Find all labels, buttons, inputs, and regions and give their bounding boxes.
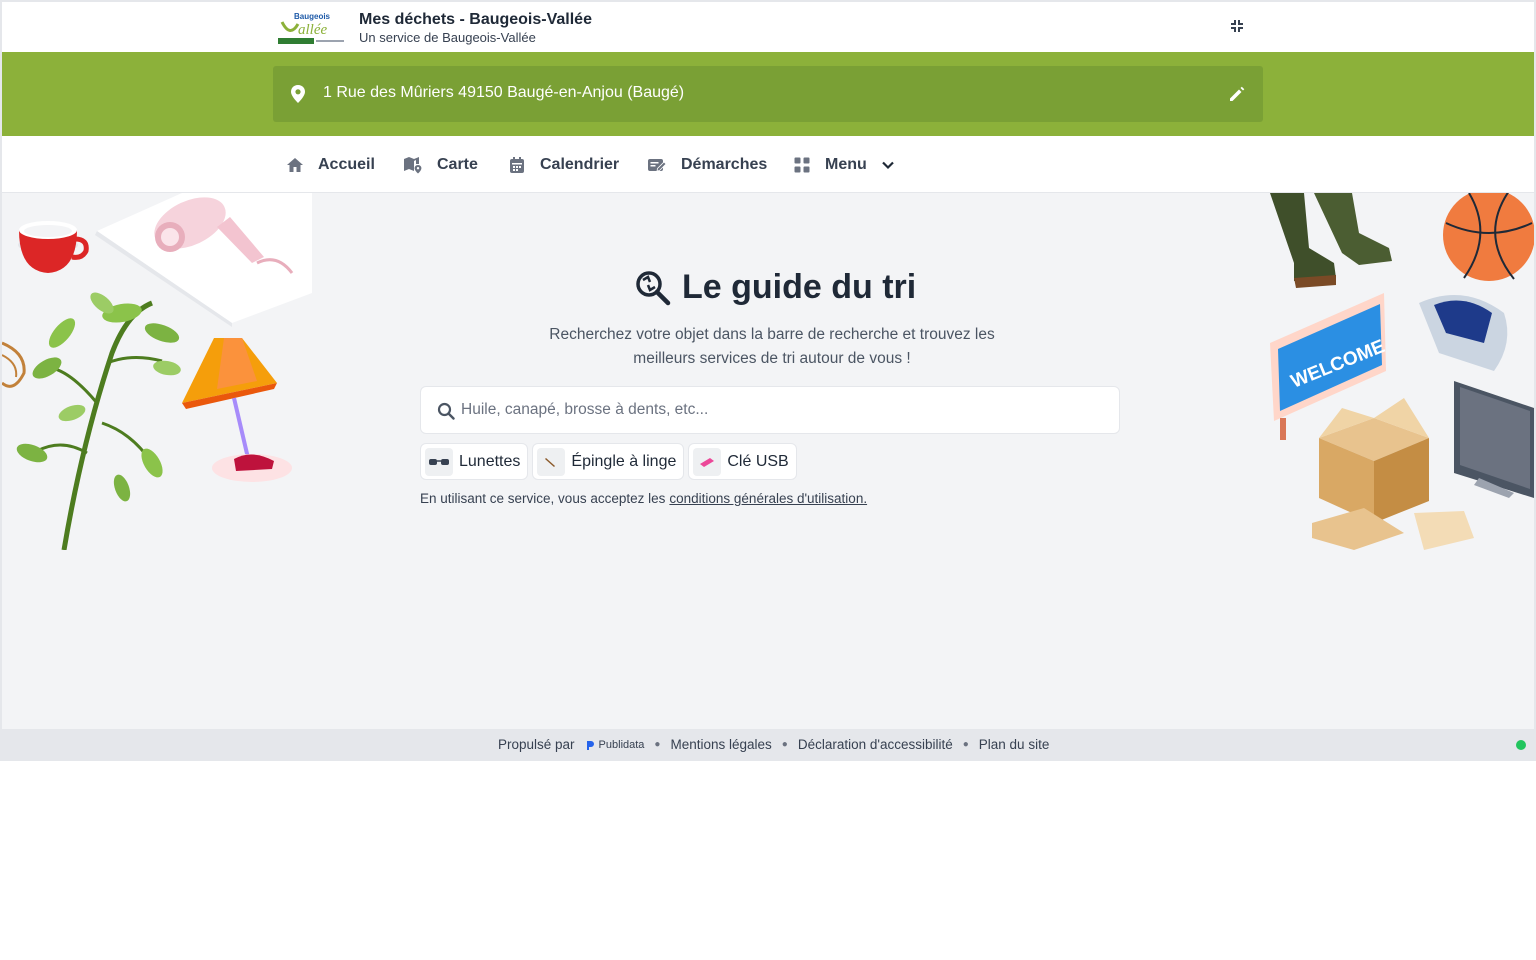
nav-label: Menu <box>825 156 867 173</box>
nav-item-carte[interactable]: Carte <box>403 154 478 176</box>
search-input[interactable] <box>461 387 1101 433</box>
site-logo[interactable]: Baugeois allée <box>276 10 346 46</box>
suggestion-chips: Lunettes Épingle à linge Clé USB <box>420 443 797 480</box>
address-bar[interactable]: 1 Rue des Mûriers 49150 Baugé-en-Anjou (… <box>273 66 1263 122</box>
usb-key-icon <box>693 447 722 476</box>
nav-item-menu[interactable]: Menu <box>793 154 895 176</box>
grid-icon <box>794 157 810 173</box>
app-frame: Baugeois allée Mes déchets - Baugeois-Va… <box>0 0 1536 761</box>
suggestion-chip-lunettes[interactable]: Lunettes <box>420 443 529 480</box>
site-title: Mes déchets - Baugeois-Vallée <box>359 11 592 28</box>
publidata-logo-icon <box>586 740 594 750</box>
address-band: 1 Rue des Mûriers 49150 Baugé-en-Anjou (… <box>2 52 1534 136</box>
main-nav: Accueil Carte Calendrier Démarches Menu <box>2 136 1534 193</box>
footer: Propulsé par Publidata ● Mentions légale… <box>2 729 1534 761</box>
svg-text:Baugeois: Baugeois <box>294 12 331 21</box>
chevron-down-icon <box>882 161 894 170</box>
powered-by-text: Propulsé par <box>498 737 575 752</box>
address-text: 1 Rue des Mûriers 49150 Baugé-en-Anjou (… <box>323 84 685 101</box>
location-pin-icon <box>291 85 305 103</box>
glasses-icon <box>425 447 453 476</box>
terms-link[interactable]: conditions générales d'utilisation. <box>669 491 867 506</box>
terms-text: En utilisant ce service, vous acceptez l… <box>420 491 666 506</box>
separator: ● <box>654 739 661 750</box>
publidata-label: Publidata <box>598 738 645 751</box>
separator: ● <box>962 739 969 750</box>
nav-item-accueil[interactable]: Accueil <box>286 154 375 176</box>
page-title-row: Le guide du tri <box>634 268 916 307</box>
terms-notice: En utilisant ce service, vous acceptez l… <box>420 491 867 506</box>
clothespin-icon <box>537 447 566 476</box>
form-icon <box>648 159 667 172</box>
sorting-guide-hero: WELCOME Le guide du tri Recherchez votre… <box>2 193 1534 550</box>
footer-link-accessibility[interactable]: Déclaration d'accessibilité <box>798 737 953 752</box>
search-box[interactable] <box>420 386 1120 434</box>
site-subtitle: Un service de Baugeois-Vallée <box>359 30 536 45</box>
nav-label: Accueil <box>318 156 375 173</box>
map-icon <box>404 157 422 174</box>
separator: ● <box>781 739 788 750</box>
misc-objects-illustration: WELCOME <box>1270 193 1534 550</box>
nav-item-calendrier[interactable]: Calendrier <box>508 154 619 176</box>
suggestion-label: Épingle à linge <box>571 452 677 470</box>
footer-link-sitemap[interactable]: Plan du site <box>979 737 1050 752</box>
collapse-icon[interactable] <box>1227 16 1247 36</box>
recycle-search-icon <box>636 270 671 305</box>
footer-link-mentions[interactable]: Mentions légales <box>670 737 771 752</box>
suggestion-chip-epingle[interactable]: Épingle à linge <box>532 443 685 480</box>
nav-label: Calendrier <box>540 156 620 173</box>
calendar-icon <box>510 157 524 173</box>
nav-label: Démarches <box>681 156 768 173</box>
household-items-illustration <box>2 193 312 550</box>
search-icon <box>437 402 455 420</box>
page-lead: Recherchez votre objet dans la barre de … <box>549 326 995 367</box>
publidata-link[interactable]: Publidata <box>585 738 645 751</box>
home-icon <box>287 158 303 172</box>
page-title: Le guide du tri <box>682 268 917 306</box>
suggestion-label: Clé USB <box>727 452 789 470</box>
status-indicator <box>1516 740 1526 750</box>
top-bar: Baugeois allée Mes déchets - Baugeois-Va… <box>2 2 1534 52</box>
svg-text:allée: allée <box>298 22 327 38</box>
nav-item-demarches[interactable]: Démarches <box>647 154 767 176</box>
pencil-icon[interactable] <box>1227 84 1247 104</box>
nav-label: Carte <box>437 156 478 173</box>
suggestion-chip-cle-usb[interactable]: Clé USB <box>688 443 797 480</box>
suggestion-label: Lunettes <box>459 452 521 470</box>
